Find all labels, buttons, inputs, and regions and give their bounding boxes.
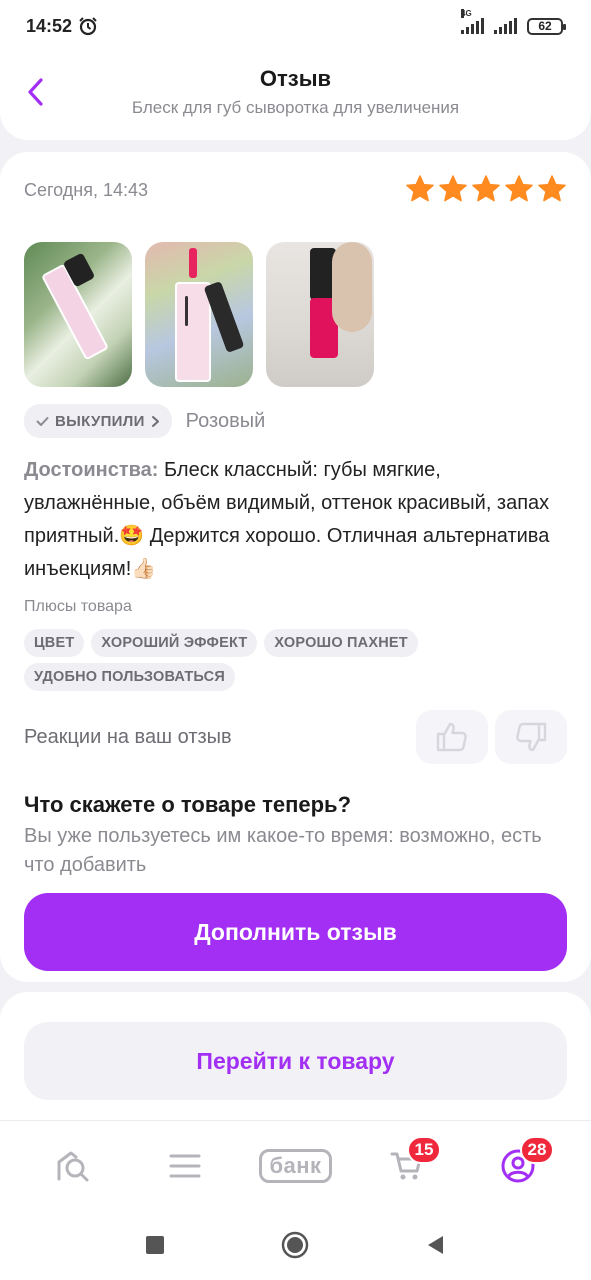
pro-tag: УДОБНО ПОЛЬЗОВАТЬСЯ	[24, 663, 235, 691]
signal-icon: 4G	[461, 9, 484, 34]
home-icon	[57, 1151, 88, 1181]
recent-apps-icon	[145, 1236, 164, 1254]
status-bar: 14:52 4G 62	[0, 0, 591, 52]
pros-tags: ЦВЕТ ХОРОШИЙ ЭФФЕКТ ХОРОШО ПАХНЕТ УДОБНО…	[24, 629, 569, 691]
battery-icon: 62	[527, 17, 566, 35]
review-date: Сегодня, 14:43	[24, 180, 149, 200]
dislike-button[interactable]	[495, 710, 567, 764]
product-subtitle: Блеск для губ сыворотка для увеличения	[131, 98, 460, 117]
back-triangle-icon	[427, 1236, 443, 1254]
bought-label: ВЫКУПИЛИ	[55, 412, 145, 430]
star-icon	[439, 175, 467, 202]
nav-profile[interactable]: 28	[478, 1135, 558, 1196]
pro-tag: ЦВЕТ	[24, 629, 85, 657]
signal-icon-2	[494, 18, 517, 34]
thumb-up-icon	[436, 722, 467, 752]
followup-title: Что скажете о товаре теперь?	[24, 792, 352, 817]
nav-catalog[interactable]	[145, 1136, 225, 1196]
star-icon	[406, 175, 434, 202]
status-left: 14:52	[26, 16, 98, 37]
home-circle-icon	[281, 1231, 308, 1259]
reactions-label: Реакции на ваш отзыв	[24, 726, 232, 748]
go-to-product-button[interactable]: Перейти к товару	[24, 1022, 567, 1100]
nav-cart[interactable]: 15	[367, 1135, 447, 1196]
battery-level: 62	[538, 19, 552, 33]
home-system-button[interactable]	[281, 1231, 309, 1259]
profile-badge: 28	[519, 1135, 555, 1164]
review-pros-label: Достоинства:	[24, 459, 159, 481]
status-time: 14:52	[26, 15, 73, 36]
nav-bank[interactable]: банк	[256, 1136, 336, 1196]
review-card: Сегодня, 14:43 ВЫКУПИЛИ Розовый Достоинс…	[0, 152, 591, 982]
catalog-icon	[169, 1154, 200, 1177]
back-system-button[interactable]	[425, 1234, 447, 1256]
bank-logo: банк	[259, 1148, 332, 1183]
star-icon	[505, 175, 533, 202]
star-icon	[538, 175, 566, 202]
review-text: Достоинства: Блеск классный: губы мягкие…	[24, 454, 569, 586]
header: Отзыв Блеск для губ сыворотка для увелич…	[0, 52, 591, 140]
rating-stars	[405, 174, 567, 204]
status-right: 4G 62	[461, 9, 566, 35]
purchase-info-row: ВЫКУПИЛИ Розовый	[24, 404, 265, 438]
review-photo[interactable]	[145, 242, 253, 387]
alarm-icon	[79, 17, 97, 36]
star-icon	[472, 175, 500, 202]
followup-text: Вы уже пользуетесь им какое-то время: во…	[24, 825, 542, 876]
product-link-card: Перейти к товару	[0, 992, 591, 1132]
nav-home[interactable]	[34, 1136, 114, 1196]
review-photo[interactable]	[24, 242, 132, 387]
thumb-down-icon	[516, 722, 547, 752]
review-photos	[24, 242, 374, 387]
check-icon	[36, 416, 49, 426]
chevron-right-icon	[151, 415, 159, 427]
pro-tag: ХОРОШИЙ ЭФФЕКТ	[91, 629, 258, 657]
review-photo[interactable]	[266, 242, 374, 387]
bottom-nav: банк 15 28	[0, 1120, 591, 1210]
add-to-review-button[interactable]: Дополнить отзыв	[24, 893, 567, 971]
bought-chip[interactable]: ВЫКУПИЛИ	[24, 404, 172, 438]
recent-apps-button[interactable]	[145, 1235, 165, 1255]
color-option: Розовый	[185, 409, 266, 432]
system-nav-bar	[0, 1210, 591, 1280]
pro-tag: ХОРОШО ПАХНЕТ	[264, 629, 418, 657]
network-label: 4G	[461, 9, 472, 18]
cart-badge: 15	[406, 1135, 442, 1164]
page-title: Отзыв	[259, 66, 332, 91]
like-button[interactable]	[416, 710, 488, 764]
pros-title: Плюсы товара	[24, 598, 132, 615]
